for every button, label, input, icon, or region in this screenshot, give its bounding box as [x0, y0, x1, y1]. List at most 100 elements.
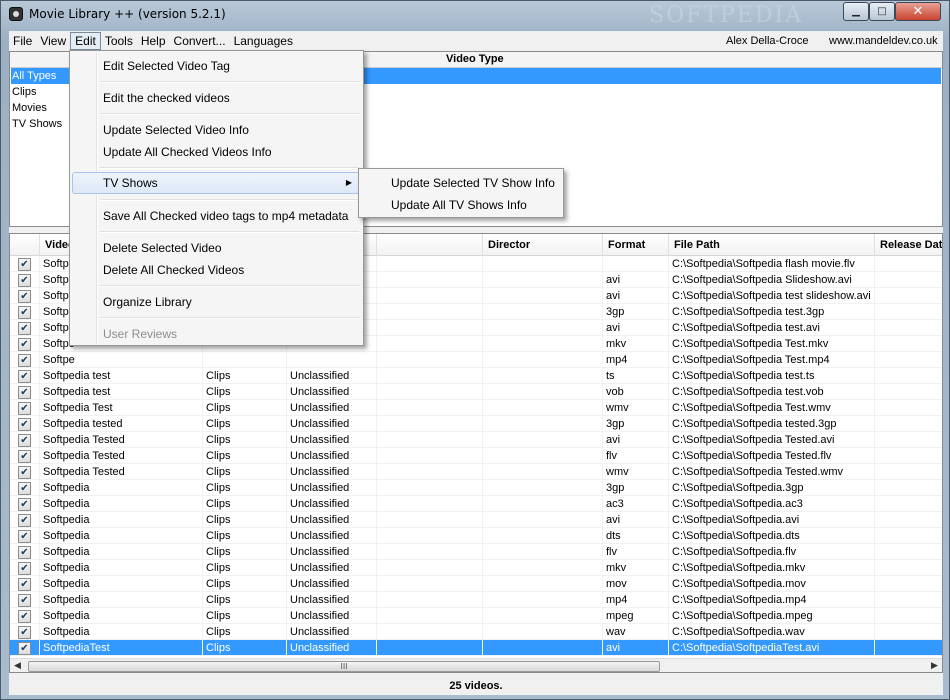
row-checkbox[interactable]: ✔ [18, 529, 31, 543]
row-checkbox[interactable]: ✔ [18, 433, 31, 447]
cell-video-type: Clips [203, 432, 287, 448]
minimize-icon: ▁ [852, 6, 860, 17]
row-checkbox[interactable]: ✔ [18, 609, 31, 623]
horizontal-scrollbar[interactable]: ◀ III ▶ [10, 658, 942, 672]
table-row[interactable]: ✔ Softpedia test Clips Unclassified vob C:\So… [10, 384, 942, 400]
table-row[interactable]: ✔ Softpedia Clips Unclassified mp4 C:\Softped… [10, 592, 942, 608]
minimize-button[interactable]: ▁ [843, 2, 869, 21]
menu-languages[interactable]: Languages [230, 32, 297, 50]
row-checkbox-cell: ✔ [10, 528, 40, 544]
row-checkbox[interactable]: ✔ [18, 561, 31, 575]
row-checkbox[interactable]: ✔ [18, 625, 31, 639]
row-checkbox[interactable]: ✔ [18, 273, 31, 287]
row-checkbox[interactable]: ✔ [18, 321, 31, 335]
menu-file[interactable]: File [9, 32, 36, 50]
table-row[interactable]: ✔ Softpedia Tested Clips Unclassified avi C:\… [10, 432, 942, 448]
table-row[interactable]: ✔ Softpedia Clips Unclassified flv C:\Softped… [10, 544, 942, 560]
cell-video-name: Softpedia [40, 576, 203, 592]
table-row[interactable]: ✔ Softpedia Tested Clips Unclassified wmv C:\… [10, 464, 942, 480]
row-checkbox[interactable]: ✔ [18, 385, 31, 399]
cell-genre: Unclassified [287, 592, 377, 608]
menu-separator [100, 285, 359, 287]
cell-video-type: Clips [203, 368, 287, 384]
cell-file-path: C:\Softpedia\Softpedia.mpeg [669, 608, 875, 624]
table-row[interactable]: ✔ SoftpediaTest Clips Unclassified avi C:\Sof… [10, 640, 942, 656]
cell-format: avi [603, 288, 669, 304]
title-bar[interactable]: Movie Library ++ (version 5.2.1) SOFTPED… [1, 1, 950, 31]
row-checkbox[interactable]: ✔ [18, 369, 31, 383]
column-header-release-date[interactable]: Release Date [875, 234, 942, 256]
column-header-file-path[interactable]: File Path [669, 234, 875, 256]
menu-item-update-all-tv-shows-info[interactable]: Update All TV Shows Info [361, 194, 561, 216]
menu-separator [100, 199, 359, 201]
website-link[interactable]: www.mandeldev.co.uk [829, 32, 938, 50]
row-checkbox[interactable]: ✔ [18, 545, 31, 559]
cell-year [377, 320, 483, 336]
menu-edit[interactable]: Edit [70, 32, 101, 50]
menu-convert[interactable]: Convert... [170, 32, 230, 50]
cell-format: wmv [603, 400, 669, 416]
menu-separator [100, 81, 359, 83]
menu-item-delete-all-checked-videos[interactable]: Delete All Checked Videos [72, 259, 361, 281]
row-checkbox[interactable]: ✔ [18, 305, 31, 319]
table-row[interactable]: ✔ Softpedia Clips Unclassified mpeg C:\Softpe… [10, 608, 942, 624]
scroll-left-icon[interactable]: ◀ [10, 659, 25, 672]
column-header-year[interactable] [377, 234, 483, 256]
menu-item-update-selected-tv-show-info[interactable]: Update Selected TV Show Info [361, 172, 561, 194]
row-checkbox[interactable]: ✔ [18, 449, 31, 463]
row-checkbox[interactable]: ✔ [18, 289, 31, 303]
row-checkbox[interactable]: ✔ [18, 417, 31, 431]
cell-year [377, 480, 483, 496]
cell-genre: Unclassified [287, 640, 377, 656]
cell-release-date [875, 512, 942, 528]
menu-item-organize-library[interactable]: Organize Library [72, 291, 361, 313]
row-checkbox[interactable]: ✔ [18, 337, 31, 351]
row-checkbox[interactable]: ✔ [18, 257, 31, 271]
cell-director [483, 256, 603, 272]
row-checkbox[interactable]: ✔ [18, 641, 31, 655]
table-row[interactable]: ✔ Softpedia Test Clips Unclassified wmv C:\So… [10, 400, 942, 416]
maximize-button[interactable]: □ [869, 2, 895, 21]
row-checkbox[interactable]: ✔ [18, 593, 31, 607]
row-checkbox[interactable]: ✔ [18, 481, 31, 495]
menu-item-edit-selected-video-tag[interactable]: Edit Selected Video Tag [72, 55, 361, 77]
cell-genre: Unclassified [287, 576, 377, 592]
menu-separator [100, 113, 359, 115]
menu-tools[interactable]: Tools [101, 32, 137, 50]
table-row[interactable]: ✔ Softpedia Clips Unclassified mov C:\Softped… [10, 576, 942, 592]
column-header-director[interactable]: Director [483, 234, 603, 256]
column-header-format[interactable]: Format [603, 234, 669, 256]
menu-help[interactable]: Help [137, 32, 170, 50]
table-row[interactable]: ✔ Softpedia Clips Unclassified wav C:\Softped… [10, 624, 942, 640]
row-checkbox[interactable]: ✔ [18, 497, 31, 511]
menu-item-save-tags-to-mp4[interactable]: Save All Checked video tags to mp4 metad… [72, 205, 361, 227]
close-button[interactable]: ✕ [895, 2, 941, 21]
scroll-right-icon[interactable]: ▶ [927, 659, 942, 672]
menu-item-update-selected-video-info[interactable]: Update Selected Video Info [72, 119, 361, 141]
row-checkbox[interactable]: ✔ [18, 577, 31, 591]
table-row[interactable]: ✔ Softpedia Clips Unclassified dts C:\Softped… [10, 528, 942, 544]
table-row[interactable]: ✔ Softpedia tested Clips Unclassified 3gp C:\… [10, 416, 942, 432]
table-row[interactable]: ✔ Softpedia Clips Unclassified mkv C:\Softped… [10, 560, 942, 576]
column-header-check[interactable] [10, 234, 40, 256]
table-row[interactable]: ✔ Softpedia test Clips Unclassified ts C:\Sof… [10, 368, 942, 384]
scroll-thumb[interactable]: III [28, 661, 660, 672]
menu-item-tv-shows[interactable]: TV Shows ▶ [72, 172, 361, 194]
table-row[interactable]: ✔ Softpe mp4 C:\Softpedia\Softpedia Test.mp… [10, 352, 942, 368]
menu-item-update-all-checked-videos-info[interactable]: Update All Checked Videos Info [72, 141, 361, 163]
table-row[interactable]: ✔ Softpedia Clips Unclassified 3gp C:\Softped… [10, 480, 942, 496]
table-row[interactable]: ✔ Softpedia Clips Unclassified ac3 C:\Softped… [10, 496, 942, 512]
menu-item-delete-selected-video[interactable]: Delete Selected Video [72, 237, 361, 259]
row-checkbox[interactable]: ✔ [18, 353, 31, 367]
menu-item-edit-checked-videos[interactable]: Edit the checked videos [72, 87, 361, 109]
menu-view[interactable]: View [36, 32, 70, 50]
row-checkbox[interactable]: ✔ [18, 465, 31, 479]
row-checkbox[interactable]: ✔ [18, 513, 31, 527]
row-checkbox[interactable]: ✔ [18, 401, 31, 415]
cell-format [603, 256, 669, 272]
cell-genre: Unclassified [287, 448, 377, 464]
cell-release-date [875, 400, 942, 416]
cell-genre: Unclassified [287, 496, 377, 512]
table-row[interactable]: ✔ Softpedia Tested Clips Unclassified flv C:\… [10, 448, 942, 464]
table-row[interactable]: ✔ Softpedia Clips Unclassified avi C:\Softped… [10, 512, 942, 528]
